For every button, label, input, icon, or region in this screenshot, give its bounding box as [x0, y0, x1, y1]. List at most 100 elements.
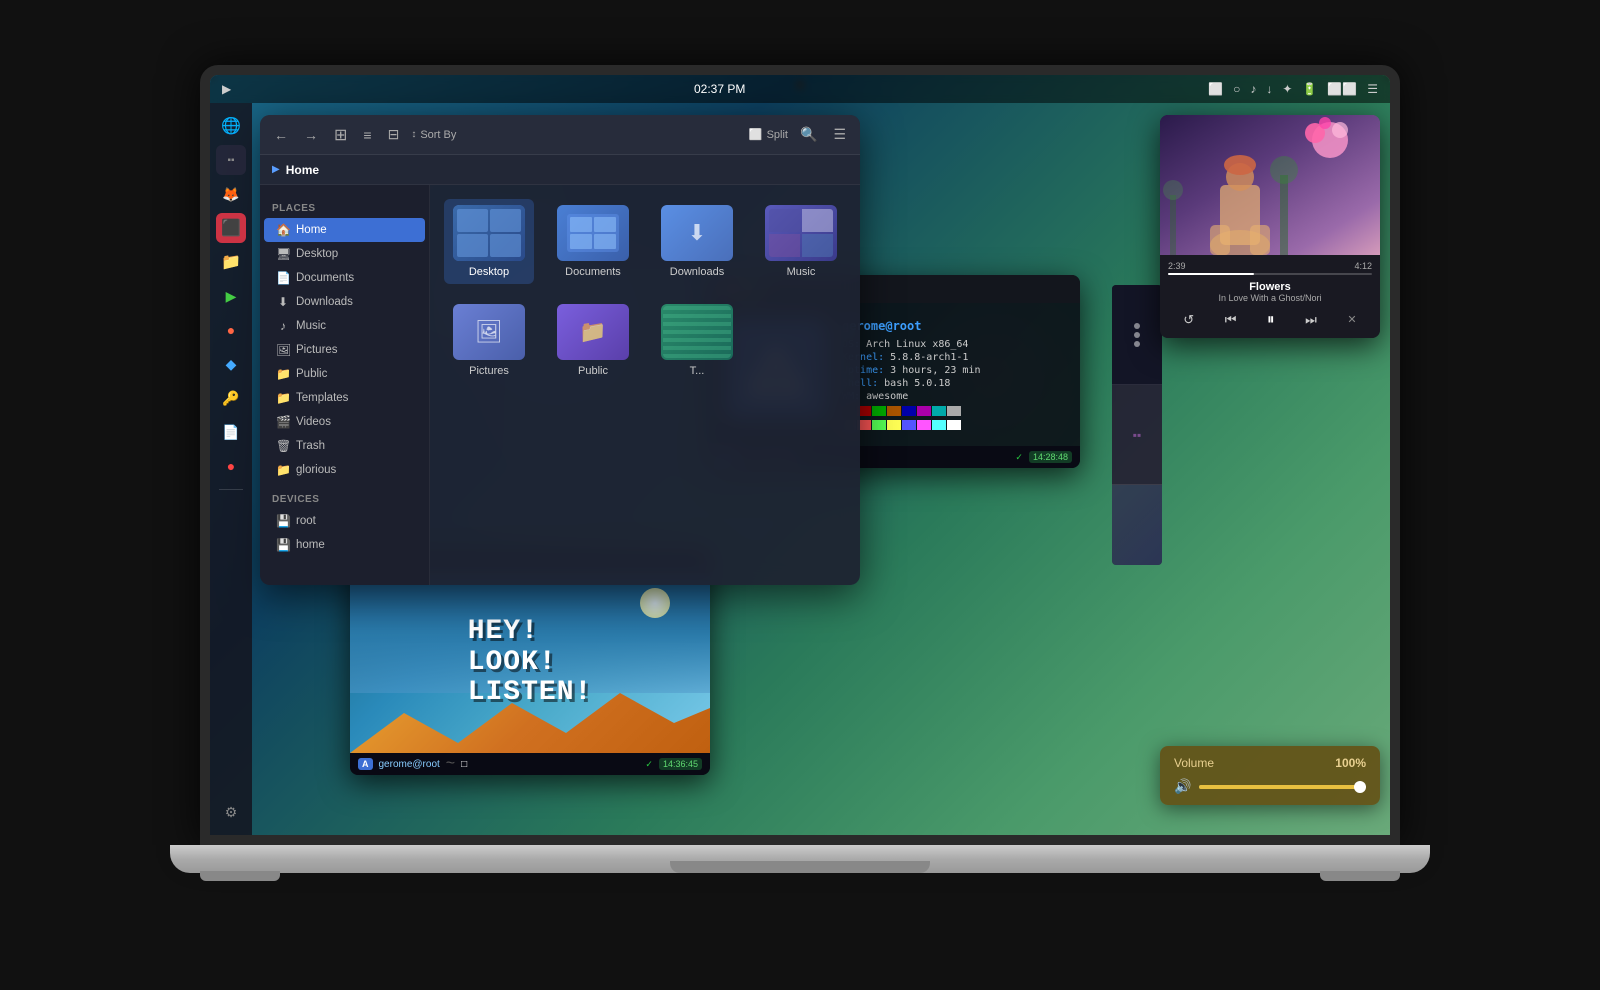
fm-forward-btn[interactable]: →: [300, 125, 322, 145]
dock-globe[interactable]: 🌐: [216, 111, 246, 141]
dock-app3[interactable]: ◆: [216, 349, 246, 379]
music-controls-bar: 2:39 4:12 Flowers In Love With a Ghost/N…: [1160, 255, 1380, 338]
next-btn[interactable]: ⏭: [1305, 312, 1317, 328]
topbar-record-icon[interactable]: ○: [1233, 82, 1240, 96]
sidebar-item-videos[interactable]: 🎬 Videos: [264, 410, 425, 434]
dock-settings[interactable]: ⚙: [216, 797, 246, 827]
fm-breadcrumb-arrow: ▶: [272, 164, 280, 175]
color-block-3: [887, 406, 901, 416]
music-art-svg: [1160, 115, 1380, 255]
sysinfo-color-blocks-2: [842, 420, 1064, 430]
laptop-base: [170, 845, 1430, 873]
sidebar-item-pictures[interactable]: 🖼 Pictures: [264, 338, 425, 362]
color-block-13: [917, 420, 931, 430]
screen-bezel: ▶ 02:37 PM ⬜ ○ ♪ ↓ ✦ 🔋 ⬜⬜ ☰ 🌐: [200, 65, 1400, 845]
play-pause-btn[interactable]: ⏸: [1267, 311, 1275, 328]
fm-breadcrumb-path: Home: [286, 163, 319, 177]
folder-documents-label: Documents: [565, 266, 621, 278]
folder-downloads-icon: ⬇: [661, 205, 733, 261]
fm-sort-btn[interactable]: ↕ Sort By: [411, 129, 456, 141]
video-dots: [1130, 319, 1144, 351]
topbar-layout-icon[interactable]: ⬜⬜: [1327, 82, 1357, 96]
folder-music[interactable]: Music: [756, 199, 846, 284]
topbar-menu-icon[interactable]: ▶: [222, 82, 231, 96]
folder-downloads-label: Downloads: [670, 266, 724, 278]
prev-btn[interactable]: ⏮: [1225, 312, 1237, 328]
dock-terminal[interactable]: ▪▪: [216, 145, 246, 175]
fm-search-btn[interactable]: 🔍: [796, 124, 821, 145]
fm-split-btn[interactable]: ⬜ Split: [749, 128, 788, 141]
fm-list-view-btn[interactable]: ≡: [359, 125, 375, 145]
color-block-2: [872, 406, 886, 416]
sysinfo-os-value: Arch Linux x86_64: [866, 339, 968, 350]
video-frame-2: ▪▪: [1112, 385, 1162, 485]
dock-firefox[interactable]: 🦊: [216, 179, 246, 209]
hey-background: HEY!LOOK!LISTEN!: [350, 573, 710, 753]
music-progress-bar[interactable]: [1168, 273, 1372, 275]
fm-split-icon: ⬜: [749, 128, 763, 141]
folder-public[interactable]: 📁 Public: [548, 298, 638, 383]
sidebar-item-glorious[interactable]: 📁 glorious: [264, 458, 425, 482]
fm-menu-btn[interactable]: ☰: [829, 124, 850, 145]
dock-folder[interactable]: 📁: [216, 247, 246, 277]
close-player-btn[interactable]: ✕: [1347, 313, 1356, 326]
sidebar-item-home[interactable]: 🏠 Home: [264, 218, 425, 242]
topbar-hamburger-icon[interactable]: ☰: [1367, 82, 1378, 96]
fm-compact-view-btn[interactable]: ⊟: [384, 124, 404, 145]
sysinfo-details: gerome@root OS: Arch Linux x86_64 Kernel…: [842, 319, 1064, 430]
fm-back-btn[interactable]: ←: [270, 125, 292, 145]
volume-knob[interactable]: [1354, 781, 1366, 793]
fm-toolbar: ← → ⊞ ≡ ⊟ ↕ Sort By ⬜ Split 🔍 ☰: [260, 115, 860, 155]
color-block-11: [887, 420, 901, 430]
home-device-icon: 💾: [276, 538, 290, 552]
folder-desktop[interactable]: Desktop: [444, 199, 534, 284]
sidebar-item-music[interactable]: ♪ Music: [264, 314, 425, 338]
dock-app5[interactable]: ●: [216, 451, 246, 481]
fm-file-grid: Desktop: [430, 185, 860, 585]
volume-slider[interactable]: [1199, 785, 1366, 789]
fm-sidebar: Places 🏠 Home 🖥 Desktop 📄 Documents: [260, 185, 430, 585]
folder-pictures[interactable]: 🖼 Pictures: [444, 298, 534, 383]
music-time-row: 2:39 4:12: [1168, 261, 1372, 271]
sidebar-pictures-label: Pictures: [296, 344, 338, 356]
fm-devices-heading: Devices: [260, 490, 429, 509]
topbar-download-icon[interactable]: ↓: [1266, 82, 1272, 96]
sidebar-downloads-label: Downloads: [296, 296, 353, 308]
music-player-widget: 2:39 4:12 Flowers In Love With a Ghost/N…: [1160, 115, 1380, 338]
sidebar-item-templates[interactable]: 📁 Templates: [264, 386, 425, 410]
dock-doc[interactable]: 📄: [216, 417, 246, 447]
topbar-bluetooth-icon[interactable]: ✦: [1282, 82, 1292, 96]
topbar-screen-icon[interactable]: ⬜: [1208, 82, 1223, 96]
topbar-music-icon[interactable]: ♪: [1250, 82, 1256, 96]
topbar-clock: 02:37 PM: [694, 82, 745, 96]
folder-downloads[interactable]: ⬇ Downloads: [652, 199, 742, 284]
sidebar-item-desktop[interactable]: 🖥 Desktop: [264, 242, 425, 266]
documents-icon: 📄: [276, 271, 290, 285]
color-block-4: [902, 406, 916, 416]
dock-app2[interactable]: ●: [216, 315, 246, 345]
sidebar-item-trash[interactable]: 🗑 Trash: [264, 434, 425, 458]
topbar-battery-icon[interactable]: 🔋: [1302, 82, 1317, 96]
fm-grid-view-btn[interactable]: ⊞: [330, 123, 351, 147]
sidebar-desktop-label: Desktop: [296, 248, 338, 260]
folder-documents[interactable]: Documents: [548, 199, 638, 284]
dock-game[interactable]: ▶: [216, 281, 246, 311]
video-strip: ▪▪: [1112, 285, 1162, 565]
sidebar-item-root[interactable]: 💾 root: [264, 509, 425, 533]
sysinfo-shell-row: Shell: bash 5.0.18: [842, 378, 1064, 389]
color-block-15: [947, 420, 961, 430]
video-strip-inner: ▪▪: [1112, 285, 1162, 565]
sidebar-item-documents[interactable]: 📄 Documents: [264, 266, 425, 290]
sidebar-item-downloads[interactable]: ⬇ Downloads: [264, 290, 425, 314]
dock-app1[interactable]: ⬛: [216, 213, 246, 243]
sidebar-item-public[interactable]: 📁 Public: [264, 362, 425, 386]
dock-keys[interactable]: 🔑: [216, 383, 246, 413]
laptop-foot-right: [1320, 871, 1400, 881]
volume-value: 100%: [1335, 756, 1366, 770]
sidebar-item-home-device[interactable]: 💾 home: [264, 533, 425, 557]
repeat-btn[interactable]: ↺: [1183, 312, 1194, 328]
music-current-time: 2:39: [1168, 261, 1186, 271]
sysinfo-kernel-value: 5.8.8-arch1-1: [890, 352, 968, 363]
volume-slider-row: 🔊: [1174, 778, 1366, 795]
folder-templates[interactable]: T...: [652, 298, 742, 383]
